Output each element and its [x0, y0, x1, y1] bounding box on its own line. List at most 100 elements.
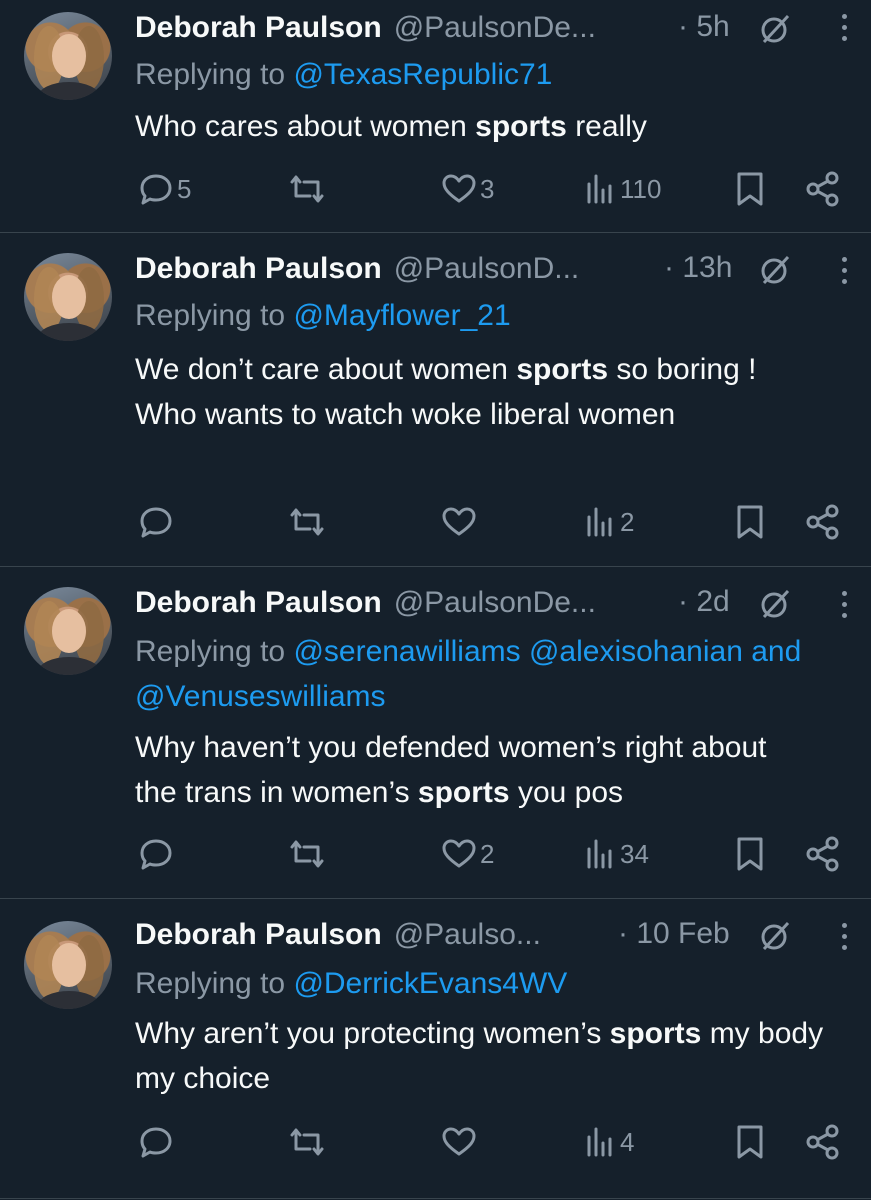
tweet[interactable]: Deborah Paulson @PaulsonDe... · 2d Reply… — [0, 567, 871, 899]
reply-button[interactable]: 5 — [137, 170, 191, 208]
tweet-actions: 2 — [0, 503, 871, 543]
retweet-icon — [290, 1128, 324, 1156]
avatar[interactable] — [24, 253, 112, 341]
timestamp[interactable]: · 13h — [664, 251, 732, 285]
display-name[interactable]: Deborah Paulson — [135, 252, 382, 286]
tweet-text: Who cares about women sports really — [135, 110, 647, 143]
view-count: 2 — [620, 506, 635, 537]
avatar[interactable] — [24, 921, 112, 1009]
bar-chart-icon — [587, 1127, 612, 1157]
retweet-button[interactable] — [287, 503, 329, 541]
retweet-button[interactable] — [287, 170, 329, 208]
share-icon — [806, 504, 839, 540]
mention-link[interactable]: @alexisohanian — [529, 635, 743, 668]
share-button[interactable] — [804, 835, 842, 873]
like-count: 2 — [480, 838, 495, 869]
speech-bubble-icon — [140, 507, 172, 538]
view-count: 4 — [620, 1126, 635, 1157]
bookmark-button[interactable] — [734, 1123, 766, 1161]
mention-link[interactable]: @Venuseswilliams — [135, 680, 386, 713]
more-vertical-icon[interactable] — [841, 591, 849, 621]
display-name[interactable]: Deborah Paulson — [135, 586, 382, 620]
retweet-icon — [290, 508, 324, 536]
bookmark-icon — [737, 837, 763, 871]
more-vertical-icon[interactable] — [841, 923, 849, 953]
grok-icon[interactable] — [758, 12, 792, 46]
retweet-button[interactable] — [287, 835, 329, 873]
bookmark-button[interactable] — [734, 170, 766, 208]
bookmark-icon — [737, 172, 763, 206]
like-button[interactable] — [440, 503, 480, 541]
views-button[interactable]: 34 — [584, 835, 649, 873]
share-icon — [806, 171, 839, 207]
tweet-text: We don’t care about women sports so bori… — [135, 353, 757, 431]
reply-count: 5 — [177, 173, 192, 204]
speech-bubble-icon — [140, 839, 172, 870]
retweet-button[interactable] — [287, 1123, 329, 1161]
reply-button[interactable] — [137, 1123, 177, 1161]
handle[interactable]: @Paulso... — [394, 918, 541, 952]
share-button[interactable] — [804, 1123, 842, 1161]
like-button[interactable] — [440, 1123, 480, 1161]
joiner-text: and — [751, 635, 802, 668]
tweet[interactable]: Deborah Paulson @Paulso... · 10 Feb Repl… — [0, 899, 871, 1199]
bar-chart-icon — [587, 174, 612, 204]
reply-button[interactable] — [137, 503, 177, 541]
handle[interactable]: @PaulsonDe... — [394, 11, 596, 45]
views-button[interactable]: 4 — [584, 1123, 634, 1161]
share-button[interactable] — [804, 170, 842, 208]
more-vertical-icon[interactable] — [841, 257, 849, 287]
views-button[interactable]: 110 — [584, 170, 661, 208]
heart-icon — [442, 174, 476, 203]
timestamp[interactable]: · 10 Feb — [618, 917, 730, 951]
share-icon — [806, 836, 839, 872]
handle[interactable]: @PaulsonD... — [394, 252, 580, 286]
heart-icon — [442, 507, 476, 536]
tweet[interactable]: Deborah Paulson @PaulsonD... · 13h Reply… — [0, 233, 871, 567]
like-button[interactable]: 3 — [440, 170, 494, 208]
retweet-icon — [290, 175, 324, 203]
mention-link[interactable]: @TexasRepublic71 — [293, 58, 552, 91]
handle[interactable]: @PaulsonDe... — [394, 586, 596, 620]
mention-link[interactable]: @Mayflower_21 — [293, 299, 510, 332]
views-button[interactable]: 2 — [584, 503, 634, 541]
bar-chart-icon — [587, 507, 612, 537]
display-name[interactable]: Deborah Paulson — [135, 918, 382, 952]
bookmark-icon — [737, 1125, 763, 1159]
reply-button[interactable] — [137, 835, 177, 873]
share-icon — [806, 1124, 839, 1160]
display-name[interactable]: Deborah Paulson — [135, 11, 382, 45]
avatar[interactable] — [24, 587, 112, 675]
timestamp[interactable]: · 2d — [678, 585, 730, 619]
tweet-actions: 4 — [0, 1123, 871, 1163]
grok-icon[interactable] — [758, 587, 792, 621]
tweet-text: Why haven’t you defended women’s right a… — [135, 731, 767, 809]
tweet-actions: 5 3 110 — [0, 170, 871, 210]
heart-icon — [442, 839, 476, 868]
more-vertical-icon[interactable] — [841, 14, 849, 44]
mention-link[interactable]: @DerrickEvans4WV — [293, 967, 567, 1000]
mention-link[interactable]: @serenawilliams — [293, 635, 520, 668]
view-count: 110 — [620, 173, 662, 204]
speech-bubble-icon — [140, 1127, 172, 1158]
replying-to: Replying to @DerrickEvans4WV — [135, 967, 568, 1000]
timestamp[interactable]: · 5h — [678, 10, 730, 44]
retweet-icon — [290, 840, 324, 868]
bookmark-button[interactable] — [734, 503, 766, 541]
heart-icon — [442, 1127, 476, 1156]
replying-to: Replying to @TexasRepublic71 — [135, 58, 553, 91]
tweet[interactable]: Deborah Paulson @PaulsonDe... · 5h Reply… — [0, 0, 871, 233]
grok-icon[interactable] — [758, 919, 792, 953]
avatar[interactable] — [24, 12, 112, 100]
share-button[interactable] — [804, 503, 842, 541]
like-button[interactable]: 2 — [440, 835, 494, 873]
tweet-actions: 2 34 — [0, 835, 871, 875]
bookmark-button[interactable] — [734, 835, 766, 873]
like-count: 3 — [480, 173, 495, 204]
grok-icon[interactable] — [758, 253, 792, 287]
tweet-text: Why aren’t you protecting women’s sports… — [135, 1017, 824, 1095]
bar-chart-icon — [587, 839, 612, 869]
view-count: 34 — [620, 838, 649, 869]
replying-to: Replying to @serenawilliams @alexisohani… — [135, 635, 802, 713]
bookmark-icon — [737, 505, 763, 539]
